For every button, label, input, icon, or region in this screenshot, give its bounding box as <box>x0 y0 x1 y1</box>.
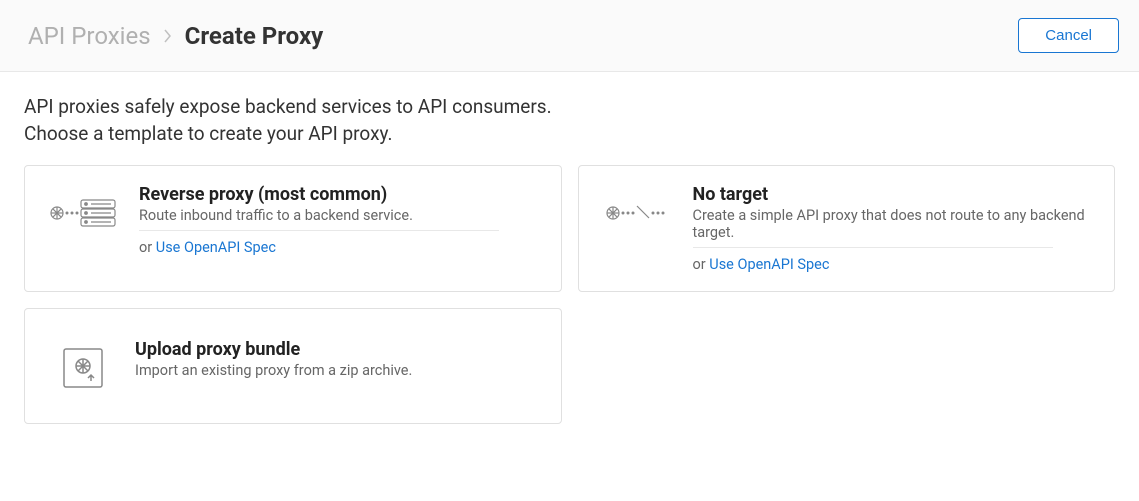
breadcrumb-prev[interactable]: API Proxies <box>28 22 151 50</box>
card-no-target[interactable]: No target Create a simple API proxy that… <box>578 165 1116 292</box>
cancel-button[interactable]: Cancel <box>1018 18 1119 53</box>
card-reverse-proxy[interactable]: Reverse proxy (most common) Route inboun… <box>24 165 562 292</box>
card-title-reverse: Reverse proxy (most common) <box>139 184 539 205</box>
intro-line1: API proxies safely expose backend servic… <box>24 94 1115 121</box>
card-content: Reverse proxy (most common) Route inboun… <box>139 184 539 256</box>
cards-grid: Reverse proxy (most common) Route inboun… <box>0 165 1139 424</box>
chevron-right-icon <box>163 28 173 44</box>
reverse-proxy-icon <box>47 188 117 238</box>
card-divider <box>693 247 1053 248</box>
header: API Proxies Create Proxy Cancel <box>0 0 1139 72</box>
card-desc-reverse: Route inbound traffic to a backend servi… <box>139 207 539 224</box>
card-desc-upload: Import an existing proxy from a zip arch… <box>135 362 539 379</box>
openapi-link-reverse[interactable]: Use OpenAPI Spec <box>156 239 276 256</box>
intro-line2: Choose a template to create your API pro… <box>24 121 1115 148</box>
card-upload-bundle[interactable]: Upload proxy bundle Import an existing p… <box>24 308 562 424</box>
card-or-row: or Use OpenAPI Spec <box>139 239 539 256</box>
card-content: No target Create a simple API proxy that… <box>693 184 1093 273</box>
no-target-icon <box>601 188 671 238</box>
card-divider <box>139 230 499 231</box>
card-title-upload: Upload proxy bundle <box>135 339 539 360</box>
or-label: or <box>139 239 152 256</box>
breadcrumb: API Proxies Create Proxy <box>28 22 323 50</box>
intro-text: API proxies safely expose backend servic… <box>0 72 1139 165</box>
card-or-row: or Use OpenAPI Spec <box>693 256 1093 273</box>
card-desc-notarget: Create a simple API proxy that does not … <box>693 207 1093 241</box>
card-title-notarget: No target <box>693 184 1093 205</box>
card-content: Upload proxy bundle Import an existing p… <box>135 339 539 385</box>
or-label: or <box>693 256 706 273</box>
page-title: Create Proxy <box>185 22 324 50</box>
openapi-link-notarget[interactable]: Use OpenAPI Spec <box>709 256 829 273</box>
upload-bundle-icon <box>53 343 113 393</box>
